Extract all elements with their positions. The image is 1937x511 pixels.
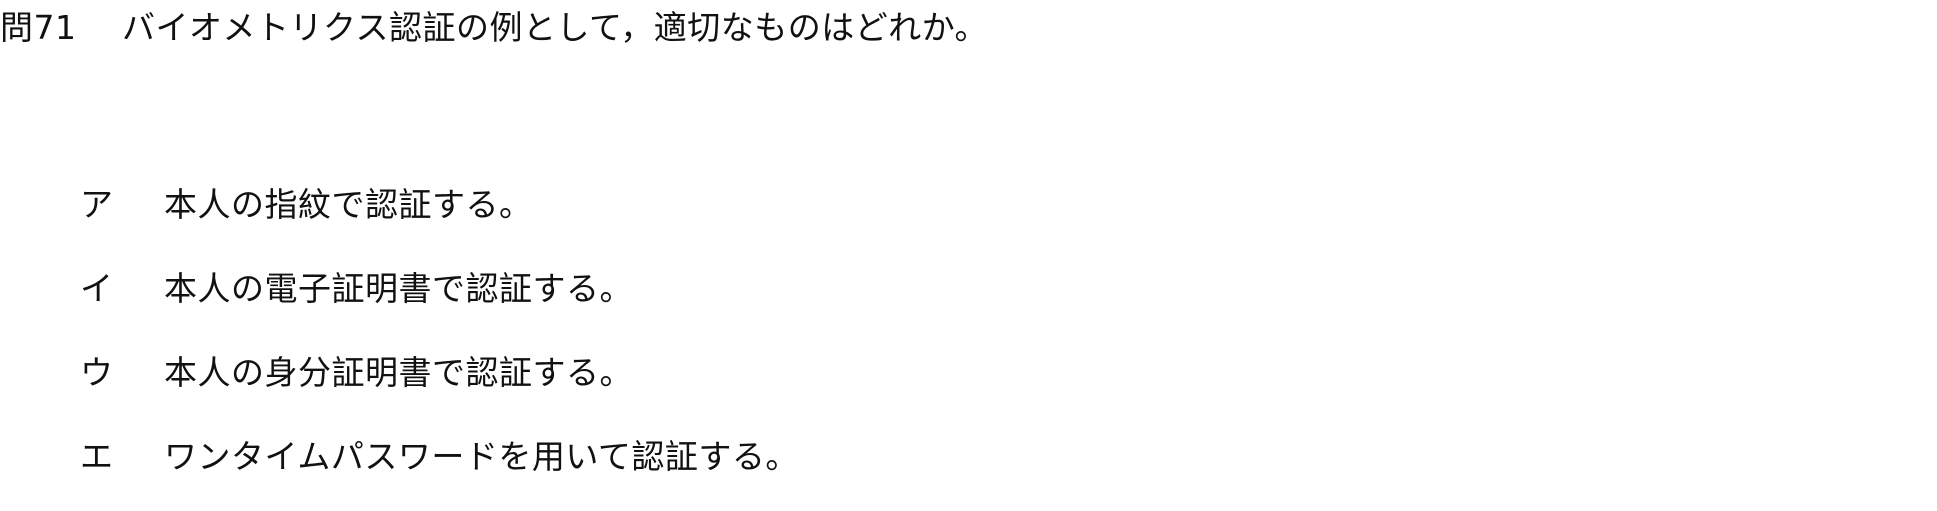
choice-text: 本人の指紋で認証する。 bbox=[164, 185, 533, 224]
choice-label: ア bbox=[80, 185, 114, 224]
choice-label: エ bbox=[80, 437, 114, 476]
choice-label: イ bbox=[80, 269, 114, 308]
question: 問71 バイオメトリクス認証の例として，適切なものはどれか。 bbox=[0, 4, 988, 52]
choice-text: ワンタイムパスワードを用いて認証する。 bbox=[164, 437, 799, 476]
question-number: 問71 bbox=[0, 8, 77, 47]
choice-list: ア 本人の指紋で認証する。 イ 本人の電子証明書で認証する。 ウ 本人の身分証明書で認… bbox=[80, 175, 799, 511]
choice-u: ウ 本人の身分証明書で認証する。 bbox=[80, 343, 799, 403]
choice-label: ウ bbox=[80, 353, 114, 392]
choice-a: ア 本人の指紋で認証する。 bbox=[80, 175, 799, 235]
choice-i: イ 本人の電子証明書で認証する。 bbox=[80, 259, 799, 319]
choice-e: エ ワンタイムパスワードを用いて認証する。 bbox=[80, 427, 799, 487]
question-text: バイオメトリクス認証の例として，適切なものはどれか。 bbox=[122, 8, 989, 47]
choice-text: 本人の身分証明書で認証する。 bbox=[164, 353, 633, 392]
choice-text: 本人の電子証明書で認証する。 bbox=[164, 269, 633, 308]
